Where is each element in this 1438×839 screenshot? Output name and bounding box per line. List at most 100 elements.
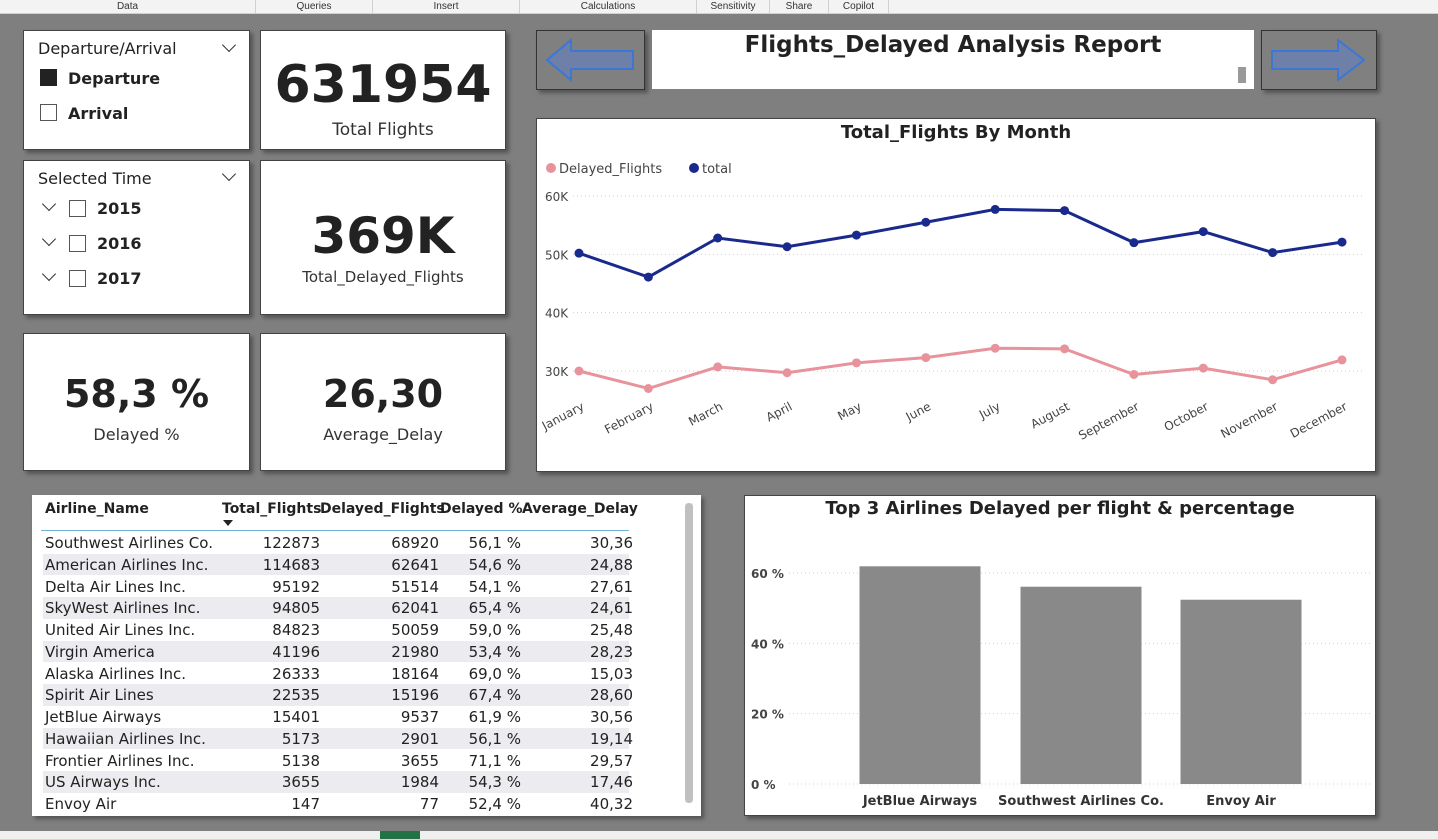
total-flights-card: 631954 Total Flights: [260, 30, 506, 150]
data-point: [782, 242, 792, 252]
column-header-total-flights[interactable]: Total_Flights: [222, 501, 321, 517]
total-delayed-card: 369K Total_Delayed_Flights: [260, 160, 506, 315]
data-point: [643, 384, 653, 393]
active-sheet-tab[interactable]: [380, 831, 420, 839]
table-cell: 122873: [262, 534, 320, 552]
data-point: [1198, 227, 1208, 237]
ribbon-group-data[interactable]: Data: [0, 0, 256, 13]
y-tick-label: 60 %: [751, 567, 784, 581]
table-cell: 54,1 %: [468, 577, 521, 596]
arrival-label[interactable]: Arrival: [68, 104, 128, 123]
next-page-button[interactable]: [1261, 30, 1377, 90]
ribbon-label: Share: [785, 1, 813, 12]
x-tick-label: February: [602, 399, 656, 436]
ribbon-label: Sensitivity: [710, 1, 756, 12]
ribbon-group-copilot[interactable]: Copilot: [829, 0, 889, 13]
table-row[interactable]: Envoy Air 147 77 52,4 % 40,32: [43, 793, 633, 815]
data-point: [713, 233, 723, 243]
table-cell: 5173: [281, 729, 320, 748]
expand-chevron-icon[interactable]: [41, 231, 57, 247]
ribbon-group-share[interactable]: Share: [770, 0, 829, 13]
x-tick-label: August: [1028, 399, 1072, 431]
y-tick-label: 20 %: [751, 708, 784, 722]
series-line: [578, 207, 1343, 279]
table-row[interactable]: JetBlue Airways 15401 9537 61,9 % 30,56: [43, 706, 633, 728]
table-cell: 68920: [391, 534, 439, 552]
average-delay-card: 26,30 Average_Delay: [260, 333, 506, 471]
report-title-box: Flights_Delayed Analysis Report: [652, 30, 1254, 89]
table-row[interactable]: Frontier Airlines Inc. 5138 3655 71,1 % 29,5…: [43, 750, 633, 772]
year-checkbox-2016[interactable]: [69, 235, 86, 252]
table-cell: 69,0 %: [468, 664, 521, 683]
previous-page-button[interactable]: [536, 30, 645, 90]
table-cell: Frontier Airlines Inc.: [45, 751, 195, 770]
table-row[interactable]: United Air Lines Inc. 84823 50059 59,0 % 25,…: [43, 619, 633, 641]
ribbon-group-sensitivity[interactable]: Sensitivity: [697, 0, 770, 13]
table-cell: 40,32: [590, 795, 633, 813]
table-cell: 29,57: [590, 751, 633, 770]
table-row[interactable]: Hawaiian Airlines Inc. 5173 2901 56,1 % 19,1…: [43, 727, 633, 750]
ribbon-label: Queries: [296, 1, 332, 12]
column-header-airline[interactable]: Airline_Name: [45, 501, 149, 517]
left-arrow-icon: [545, 37, 634, 83]
table-cell: 61,9 %: [468, 708, 521, 726]
title-scrollbar[interactable]: [1238, 67, 1246, 83]
column-header-delayed-percent[interactable]: Delayed %: [440, 501, 522, 517]
table-cell: 15,03: [590, 664, 633, 683]
table-cell: 19,14: [590, 729, 633, 748]
data-point: [1198, 363, 1208, 373]
x-tick-label: April: [764, 399, 795, 424]
table-row[interactable]: Virgin America 41196 21980 53,4 % 28,23: [43, 640, 633, 663]
table-scrollbar-thumb[interactable]: [685, 503, 693, 803]
table-row[interactable]: Southwest Airlines Co. 122873 68920 56,1 % 3…: [43, 532, 633, 554]
table-cell: 53,4 %: [468, 642, 521, 661]
table-cell: 27,61: [590, 577, 633, 596]
ribbon-group-queries[interactable]: Queries: [256, 0, 373, 13]
sort-descending-icon[interactable]: [223, 520, 233, 526]
year-checkbox-2015[interactable]: [69, 200, 86, 217]
table-cell: 3655: [400, 751, 439, 770]
data-point: [851, 358, 861, 368]
chevron-down-icon[interactable]: [221, 37, 237, 53]
year-label[interactable]: 2017: [97, 269, 142, 288]
table-row[interactable]: Spirit Air Lines 22535 15196 67,4 % 28,60: [43, 684, 633, 706]
expand-chevron-icon[interactable]: [41, 196, 57, 212]
ribbon-group-insert[interactable]: Insert: [373, 0, 520, 13]
top3-airlines-chart: Top 3 Airlines Delayed per flight & perc…: [744, 495, 1376, 816]
table-cell: 28,60: [590, 686, 633, 705]
ribbon-group-calculations[interactable]: Calculations: [520, 0, 697, 13]
departure-checkbox[interactable]: [40, 69, 57, 86]
departure-label[interactable]: Departure: [68, 69, 160, 88]
table-cell: 54,6 %: [468, 555, 521, 574]
table-cell: 52,4 %: [468, 795, 521, 813]
ribbon-label: Data: [116, 1, 139, 12]
year-label[interactable]: 2016: [97, 234, 142, 253]
table-row[interactable]: US Airways Inc. 3655 1984 54,3 % 17,46: [43, 771, 633, 793]
expand-chevron-icon[interactable]: [41, 266, 57, 282]
year-label[interactable]: 2015: [97, 199, 142, 218]
year-checkbox-2017[interactable]: [69, 270, 86, 287]
direction-slicer: Departure/Arrival Departure Arrival: [23, 30, 250, 150]
table-cell: American Airlines Inc.: [45, 555, 209, 574]
table-cell: 56,1 %: [468, 534, 521, 552]
column-header-average-delay[interactable]: Average_Delay: [522, 501, 638, 517]
kpi-value: 26,30: [322, 372, 444, 416]
table-row[interactable]: SkyWest Airlines Inc. 94805 62041 65,4 % 24,…: [43, 597, 633, 619]
chevron-down-icon[interactable]: [221, 166, 237, 182]
table-row[interactable]: Alaska Airlines Inc. 26333 18164 69,0 % 15,0…: [43, 663, 633, 685]
column-header-delayed-flights[interactable]: Delayed_Flights: [320, 501, 445, 517]
legend-label: Delayed_Flights: [559, 162, 662, 177]
table-cell: 15196: [391, 686, 439, 705]
table-row[interactable]: Delta Air Lines Inc. 95192 51514 54,1 % 27,6…: [43, 576, 633, 598]
bar: [859, 566, 981, 784]
table-row[interactable]: American Airlines Inc. 114683 62641 54,6 % 2…: [43, 553, 633, 576]
table-cell: 51514: [391, 577, 439, 596]
table-cell: SkyWest Airlines Inc.: [45, 599, 201, 618]
total-flights-by-month-chart: Total_Flights By Month 30K 40K 50K 60K Delay…: [536, 118, 1376, 472]
x-tick-label: JetBlue Airways: [862, 794, 978, 809]
table-cell: 24,88: [590, 555, 633, 574]
kpi-label: Total Flights: [332, 120, 434, 140]
arrival-checkbox[interactable]: [40, 104, 57, 121]
header-divider: [41, 530, 629, 531]
table-cell: 54,3 %: [468, 773, 521, 792]
